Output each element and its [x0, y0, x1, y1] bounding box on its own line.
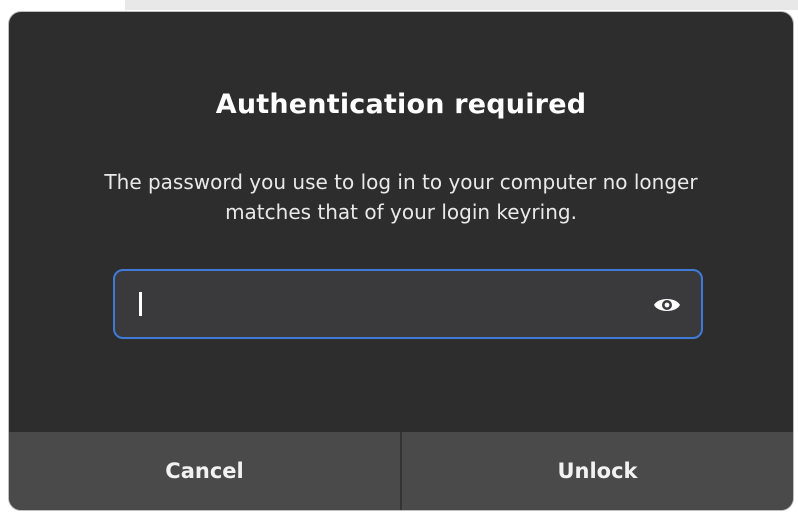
- text-cursor: [139, 292, 142, 316]
- dialog-title: Authentication required: [215, 89, 587, 120]
- cancel-button[interactable]: Cancel: [9, 432, 400, 510]
- password-input[interactable]: [127, 271, 627, 337]
- authentication-dialog: Authentication required The password you…: [9, 12, 793, 510]
- password-field[interactable]: [113, 269, 703, 339]
- eye-icon[interactable]: [652, 292, 682, 318]
- background-window-edge: [125, 0, 798, 10]
- dialog-message: The password you use to log in to your c…: [104, 170, 698, 224]
- screen: Authentication required The password you…: [0, 0, 798, 515]
- dialog-button-bar: Cancel Unlock: [9, 432, 793, 510]
- eye-icon-glyph: [654, 299, 680, 311]
- unlock-button[interactable]: Unlock: [400, 432, 793, 510]
